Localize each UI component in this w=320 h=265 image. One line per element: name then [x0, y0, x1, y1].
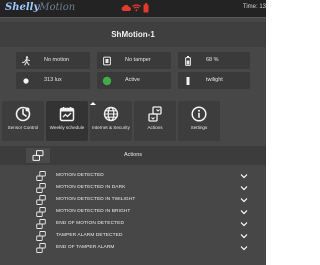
selected-tile-indicator: [90, 102, 96, 105]
device-title: ShMotion-1: [111, 30, 155, 39]
shelly-logo: ShellyMotion: [5, 2, 75, 13]
lux-icon: [16, 72, 36, 89]
actions-icon: [148, 106, 162, 122]
globe-icon: [103, 106, 119, 122]
action-row-motion-bright[interactable]: MOTION DETECTED IN BRIGHT: [0, 206, 266, 217]
action-label: MOTION DETECTED: [56, 173, 104, 178]
brightness-status-text: twilight: [206, 77, 223, 83]
battery-status-text: 68 %: [206, 57, 219, 63]
action-row-motion-detected[interactable]: MOTION DETECTED: [0, 170, 266, 181]
active-status-icon: [97, 72, 117, 89]
info-icon: [191, 106, 207, 122]
tile-internet-security[interactable]: Internet & Security: [90, 101, 132, 141]
lux-status-text: 313 lux: [44, 77, 62, 83]
time-display: Time: 13: [242, 4, 266, 10]
tile-label: Sensor Control: [7, 125, 39, 130]
tamper-icon: [97, 52, 117, 69]
action-label: TAMPER ALARM DETECTED: [56, 233, 123, 238]
tamper-status-text: No tamper: [125, 57, 151, 63]
battery-status: 68 %: [178, 52, 250, 69]
tile-label: Internet & Security: [92, 125, 130, 130]
chevron-down-icon[interactable]: [240, 209, 248, 215]
menu-tiles: Sensor Control Weekly schedule Internet …: [2, 101, 224, 141]
battery-icon: [143, 3, 149, 13]
brightness-status: twilight: [178, 72, 250, 89]
actions-header: Actions: [0, 146, 266, 165]
wifi-icon: [132, 4, 141, 12]
action-row-end-of-tamper[interactable]: END OF TAMPER ALARM: [0, 242, 266, 253]
action-icon: [36, 195, 46, 205]
tile-label: Actions: [147, 125, 163, 130]
tile-label: Settings: [190, 125, 208, 130]
action-icon: [36, 219, 46, 229]
action-row-motion-twilight[interactable]: MOTION DETECTED IN TWILIGHT: [0, 194, 266, 205]
chevron-down-icon[interactable]: [240, 221, 248, 227]
motion-status: No motion: [16, 52, 90, 69]
action-row-end-of-motion[interactable]: END OF MOTION DETECTED: [0, 218, 266, 229]
action-icon: [36, 171, 46, 181]
weekly-schedule-icon: [59, 107, 75, 122]
app-frame: ShellyMotion Time: 13 ShMotion-1 No moti…: [0, 0, 266, 265]
brightness-icon: [178, 72, 198, 89]
motion-status-text: No motion: [44, 57, 70, 63]
status-icons: [121, 3, 151, 14]
action-label: MOTION DETECTED IN BRIGHT: [56, 209, 131, 214]
tile-sensor-control[interactable]: Sensor Control: [2, 101, 44, 141]
running-person-icon: [16, 52, 36, 69]
action-label: END OF MOTION DETECTED: [56, 221, 125, 226]
action-row-tamper-alarm[interactable]: TAMPER ALARM DETECTED: [0, 230, 266, 241]
top-bar: ShellyMotion Time: 13: [0, 0, 266, 18]
tile-label: Weekly schedule: [49, 125, 85, 130]
action-label: MOTION DETECTED IN TWILIGHT: [56, 197, 136, 202]
chevron-down-icon[interactable]: [240, 233, 248, 239]
actions-title: Actions: [123, 152, 143, 158]
active-status: Active: [97, 72, 171, 89]
action-row-motion-dark[interactable]: MOTION DETECTED IN DARK: [0, 182, 266, 193]
sensor-control-icon: [15, 106, 31, 122]
battery-level-icon: [178, 52, 198, 69]
chevron-down-icon[interactable]: [240, 185, 248, 191]
action-icon: [36, 243, 46, 253]
action-label: END OF TAMPER ALARM: [56, 245, 115, 250]
action-label: MOTION DETECTED IN DARK: [56, 185, 126, 190]
logo-product: Motion: [39, 2, 76, 13]
tamper-status: No tamper: [97, 52, 171, 69]
logo-brand: Shelly: [5, 2, 40, 13]
tile-settings[interactable]: Settings: [178, 101, 220, 141]
chevron-down-icon[interactable]: [240, 245, 248, 251]
active-status-text: Active: [125, 77, 140, 83]
cloud-icon: [121, 4, 131, 11]
device-title-bar: ShMotion-1: [0, 22, 266, 47]
chevron-down-icon[interactable]: [240, 197, 248, 203]
tile-actions[interactable]: Actions: [134, 101, 176, 141]
chevron-down-icon[interactable]: [240, 173, 248, 179]
action-icon: [36, 231, 46, 241]
action-icon: [36, 183, 46, 193]
lux-status: 313 lux: [16, 72, 90, 89]
action-icon: [36, 207, 46, 217]
tile-weekly-schedule[interactable]: Weekly schedule: [46, 101, 88, 141]
